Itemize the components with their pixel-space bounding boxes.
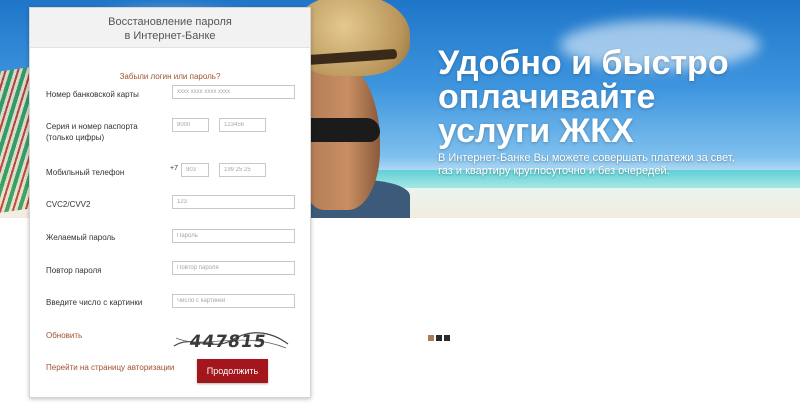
password-repeat-label: Повтор пароля <box>46 266 102 275</box>
passport-series-input[interactable] <box>172 118 209 132</box>
captcha-text: 447815 <box>188 332 268 352</box>
captcha-label: Введите число с картинки <box>46 298 143 307</box>
password-recovery-panel: Восстановление пароля в Интернет-Банке З… <box>29 7 311 398</box>
panel-header: Восстановление пароля в Интернет-Банке <box>30 8 310 48</box>
card-number-input[interactable] <box>172 85 295 99</box>
phone-number-input[interactable] <box>219 163 266 177</box>
slider-dots <box>428 335 450 341</box>
cvc-input[interactable] <box>172 195 295 209</box>
auth-page-link[interactable]: Перейти на страницу авторизации <box>46 363 174 372</box>
hero-subtitle-line: В Интернет-Банке Вы можете совершать пла… <box>438 152 735 164</box>
hero-title-line: Удобно и быстро <box>438 44 729 82</box>
forgot-login-link[interactable]: Забыли логин или пароль? <box>30 72 310 81</box>
refresh-captcha-link[interactable]: Обновить <box>46 331 82 340</box>
continue-button[interactable]: Продолжить <box>197 359 268 383</box>
hero-title-line: услуги ЖКХ <box>438 112 634 150</box>
passport-label: Серия и номер паспорта (только цифры) <box>46 121 138 143</box>
cvc-label: CVC2/CVV2 <box>46 200 91 209</box>
hero-title: Удобно и быстро оплачивайте услуги ЖКХ <box>438 46 778 148</box>
password-repeat-input[interactable] <box>172 261 295 275</box>
card-number-label: Номер банковской карты <box>46 90 139 99</box>
hero-subtitle-line: газ и квартиру круглосуточно и без очере… <box>438 165 670 177</box>
passport-number-input[interactable] <box>219 118 266 132</box>
sunglasses <box>300 118 380 142</box>
panel-title-line: Восстановление пароля <box>108 16 232 28</box>
password-label: Желаемый пароль <box>46 233 116 242</box>
passport-label-line: Серия и номер паспорта <box>46 122 138 131</box>
captcha-input[interactable] <box>172 294 295 308</box>
slider-dot-3[interactable] <box>444 335 450 341</box>
phone-code-input[interactable] <box>181 163 209 177</box>
panel-title-line: в Интернет-Банке <box>124 30 216 42</box>
slider-dot-2[interactable] <box>436 335 442 341</box>
phone-label: Мобильный телефон <box>46 168 125 177</box>
passport-label-hint: (только цифры) <box>46 133 105 142</box>
captcha-image: 447815 <box>173 332 289 352</box>
password-input[interactable] <box>172 229 295 243</box>
hero-title-line: оплачивайте <box>438 78 656 116</box>
hero-subtitle: В Интернет-Банке Вы можете совершать пла… <box>438 152 738 178</box>
phone-prefix: +7 <box>170 165 178 172</box>
slider-dot-1[interactable] <box>428 335 434 341</box>
